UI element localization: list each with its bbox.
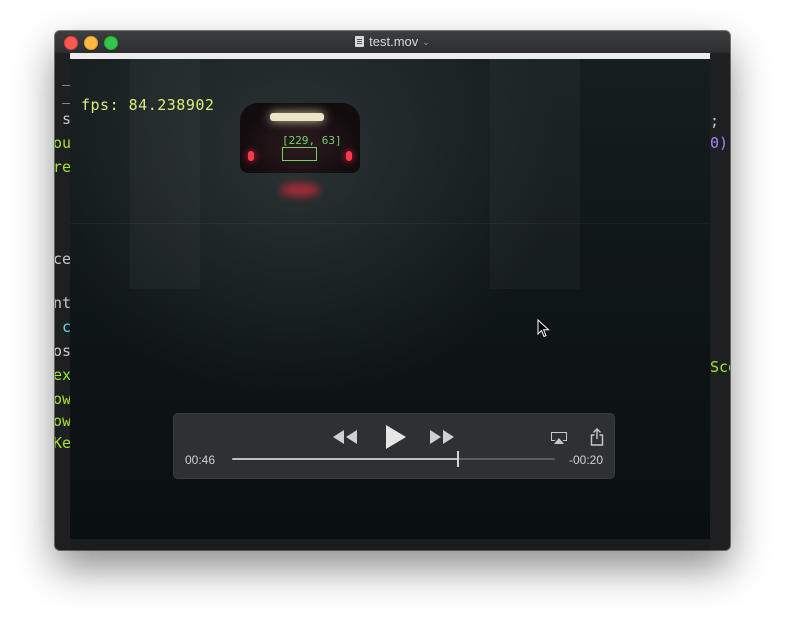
window-title-text: test.mov xyxy=(369,34,419,49)
window-title[interactable]: test.mov ⌄ xyxy=(55,34,730,49)
detection-bounding-box xyxy=(282,147,317,161)
editor-code-fragment: nt xyxy=(55,294,71,312)
progress-scrubber[interactable] xyxy=(232,451,555,467)
remaining-time: -00:20 xyxy=(568,453,603,467)
background-editor-left: _ _ s ou re ce nt c os ex ow ow Ke xyxy=(55,53,71,550)
editor-code-fragment: ou xyxy=(55,134,71,152)
editor-code-fragment: os xyxy=(55,342,71,360)
editor-code-fragment: Ke xyxy=(55,434,71,452)
mouse-cursor-icon xyxy=(537,319,550,338)
rewind-icon[interactable] xyxy=(332,429,358,445)
title-bar[interactable]: test.mov ⌄ xyxy=(55,31,730,54)
editor-code-fragment: Sco xyxy=(710,358,730,376)
elapsed-time: 00:46 xyxy=(185,453,216,467)
quicktime-window: test.mov⌄ __sourecentcosexowowKe ;0))Sco… xyxy=(55,31,730,550)
editor-code-fragment: ce xyxy=(55,250,71,268)
tail-light-right xyxy=(346,151,352,161)
scene-pillar xyxy=(130,59,200,289)
editor-code-fragment: ow xyxy=(55,412,71,430)
fast-forward-icon[interactable] xyxy=(429,429,455,445)
detection-coords-label: [229, 63] xyxy=(282,134,342,147)
scene-floor xyxy=(70,223,710,224)
editor-code-fragment: ; xyxy=(710,112,720,130)
editor-code-fragment: ex xyxy=(55,366,71,384)
playback-controls: 00:46 -00:20 xyxy=(173,413,615,479)
fps-overlay: fps: 84.238902 xyxy=(81,96,215,114)
play-icon[interactable] xyxy=(384,424,408,450)
document-icon xyxy=(355,36,365,47)
scene-pillar xyxy=(490,59,580,289)
airplay-icon[interactable] xyxy=(550,431,568,445)
car-roof-light xyxy=(270,113,324,121)
tail-light-left xyxy=(248,151,254,161)
editor-code-fragment: re xyxy=(55,158,71,176)
share-icon[interactable] xyxy=(590,428,604,446)
video-top-strip xyxy=(70,53,710,59)
chevron-down-icon[interactable]: ⌄ xyxy=(422,37,430,47)
progress-fill xyxy=(232,458,459,460)
background-editor-right: ; 0)) Sco xyxy=(710,53,730,550)
editor-code-fragment: ow xyxy=(55,390,71,408)
brake-light-glow xyxy=(280,183,320,197)
editor-code-fragment: 0)) xyxy=(710,134,730,152)
scrubber-handle[interactable] xyxy=(457,451,460,467)
